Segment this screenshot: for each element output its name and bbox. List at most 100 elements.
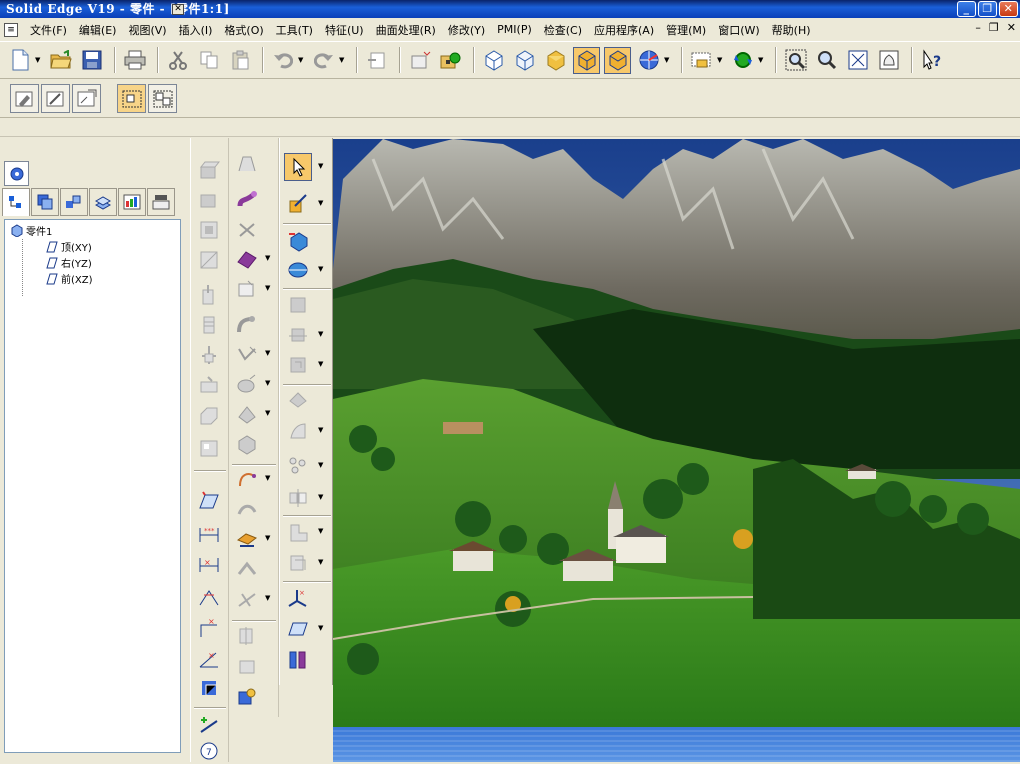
cut-icon[interactable] — [164, 47, 191, 74]
selection-mode-2-icon[interactable] — [148, 84, 177, 113]
shell-dropdown-icon[interactable]: ▼ — [265, 409, 270, 417]
tree-item-top-plane[interactable]: 顶(XY) — [46, 239, 92, 254]
tree-item-right-plane[interactable]: 右(YZ) — [46, 255, 92, 270]
open-icon[interactable] — [47, 47, 74, 74]
surface-icon[interactable] — [284, 417, 312, 445]
library-tab[interactable] — [118, 188, 146, 216]
vent-icon[interactable] — [195, 434, 223, 462]
graphics-window[interactable] — [333, 139, 1020, 727]
surface-dropdown-icon[interactable]: ▼ — [318, 426, 323, 434]
pan-icon[interactable] — [875, 47, 902, 74]
menu-surfacing[interactable]: 曲面处理(R) — [370, 22, 442, 38]
rib-icon[interactable] — [195, 341, 223, 369]
distance-icon[interactable]: × — [195, 551, 223, 579]
blend-icon[interactable] — [284, 386, 312, 414]
view-shaded-icon[interactable] — [542, 47, 569, 74]
material-icon[interactable] — [437, 47, 464, 74]
tree-item-front-plane[interactable]: 前(XZ) — [46, 271, 93, 286]
paste-icon[interactable] — [226, 47, 253, 74]
round-icon[interactable] — [233, 310, 261, 338]
dimension-icon[interactable]: *** — [195, 521, 223, 549]
revolve-solid-icon[interactable] — [284, 256, 312, 284]
coordinate-system-icon[interactable]: × — [284, 584, 312, 612]
pattern-icon[interactable] — [284, 452, 312, 480]
revolve-dropdown-icon[interactable]: ▼ — [318, 265, 323, 273]
menu-modify[interactable]: 修改(Y) — [442, 22, 491, 38]
offset-face-dropdown-icon[interactable]: ▼ — [318, 558, 323, 566]
feature-pathfinder-tab[interactable] — [2, 188, 30, 216]
minimize-button[interactable]: _ — [957, 1, 976, 17]
attach-icon[interactable] — [233, 683, 261, 711]
insert-part-icon[interactable] — [406, 47, 433, 74]
sketch-dim-icon[interactable] — [72, 84, 101, 113]
menu-help[interactable]: 帮助(H) — [766, 22, 817, 38]
sketch-edit-icon[interactable] — [10, 84, 39, 113]
helix-icon[interactable] — [233, 215, 261, 243]
offset-face-icon[interactable] — [284, 549, 312, 577]
menu-pmi[interactable]: PMI(P) — [491, 23, 538, 36]
paste-special-icon[interactable] — [363, 47, 390, 74]
shaded-visible-icon[interactable] — [604, 46, 631, 74]
draft-icon[interactable] — [233, 370, 261, 398]
thin-wall-icon[interactable] — [233, 150, 261, 178]
bounded-surface-icon[interactable] — [233, 555, 261, 583]
intersection-curve-icon[interactable] — [233, 585, 261, 613]
curve-dropdown-icon[interactable]: ▼ — [265, 474, 270, 482]
hole-icon[interactable] — [195, 281, 223, 309]
undo-icon[interactable] — [269, 47, 296, 74]
pattern-dropdown-icon[interactable]: ▼ — [318, 461, 323, 469]
family-tab[interactable] — [147, 188, 175, 216]
thread-icon[interactable] — [195, 311, 223, 339]
reference-plane-icon[interactable] — [195, 486, 223, 514]
shaded-edges-icon[interactable] — [573, 46, 600, 74]
rotate-dropdown-icon[interactable]: ▼ — [758, 56, 766, 64]
view-iso-icon[interactable] — [480, 47, 507, 74]
menu-format[interactable]: 格式(O) — [218, 22, 269, 38]
mdi-minimize-button[interactable]: – — [975, 21, 981, 34]
zoom-window-dropdown-icon[interactable]: ▼ — [717, 56, 725, 64]
help-icon[interactable]: ? — [918, 47, 945, 74]
coordinate-dim-icon[interactable]: × — [195, 614, 223, 642]
assembly-tab[interactable] — [60, 188, 88, 216]
symmetric-dim-icon[interactable] — [195, 674, 223, 702]
menu-tools[interactable]: 工具(T) — [270, 22, 319, 38]
sketch-3d-dropdown-icon[interactable]: ▼ — [318, 199, 323, 207]
mdi-close-button[interactable]: ✕ — [1007, 21, 1016, 34]
thicken-dropdown-icon[interactable]: ▼ — [265, 284, 270, 292]
lip-icon[interactable] — [195, 401, 223, 429]
mirror-copy-dropdown-icon[interactable]: ▼ — [318, 493, 323, 501]
menu-view[interactable]: 视图(V) — [122, 22, 172, 38]
blue-surface-icon[interactable] — [233, 495, 261, 523]
pathfinder-options-icon[interactable] — [4, 161, 29, 186]
layers-tab[interactable] — [31, 188, 59, 216]
move-face-dropdown-icon[interactable]: ▼ — [318, 527, 323, 535]
draft-dropdown-icon[interactable]: ▼ — [265, 379, 270, 387]
chamfer-dropdown-icon[interactable]: ▼ — [265, 349, 270, 357]
sweep-icon[interactable] — [233, 185, 261, 213]
revolved-cutout-icon[interactable] — [195, 246, 223, 274]
thicken-icon[interactable] — [233, 275, 261, 303]
menu-edit[interactable]: 编辑(E) — [73, 22, 123, 38]
sketch-3d-icon[interactable] — [284, 190, 312, 218]
move-face-icon[interactable] — [284, 518, 312, 546]
split-icon[interactable] — [233, 622, 261, 650]
new-icon[interactable] — [6, 47, 33, 74]
sketch-tab[interactable] — [89, 188, 117, 216]
menu-insert[interactable]: 插入(I) — [173, 22, 219, 38]
extrude-solid-icon[interactable] — [284, 227, 312, 255]
pane-close-icon[interactable]: ✕ — [172, 4, 184, 15]
angular-dim-icon[interactable]: × — [195, 644, 223, 672]
ref-plane-icon[interactable] — [284, 615, 312, 643]
zoom-icon[interactable] — [813, 47, 840, 74]
sketch-icon[interactable] — [41, 84, 70, 113]
menu-window[interactable]: 窗口(W) — [712, 22, 765, 38]
sensor-icon[interactable] — [284, 646, 312, 674]
extruded-surface-icon[interactable] — [233, 525, 261, 553]
trim-icon[interactable] — [233, 652, 261, 680]
ref-plane-dropdown-icon[interactable]: ▼ — [318, 624, 323, 632]
undo-dropdown-icon[interactable]: ▼ — [298, 56, 306, 64]
print-icon[interactable] — [121, 47, 148, 74]
cylinder-feature-icon[interactable] — [284, 321, 312, 349]
fit-icon[interactable] — [844, 47, 871, 74]
chamfer-icon[interactable] — [233, 340, 261, 368]
